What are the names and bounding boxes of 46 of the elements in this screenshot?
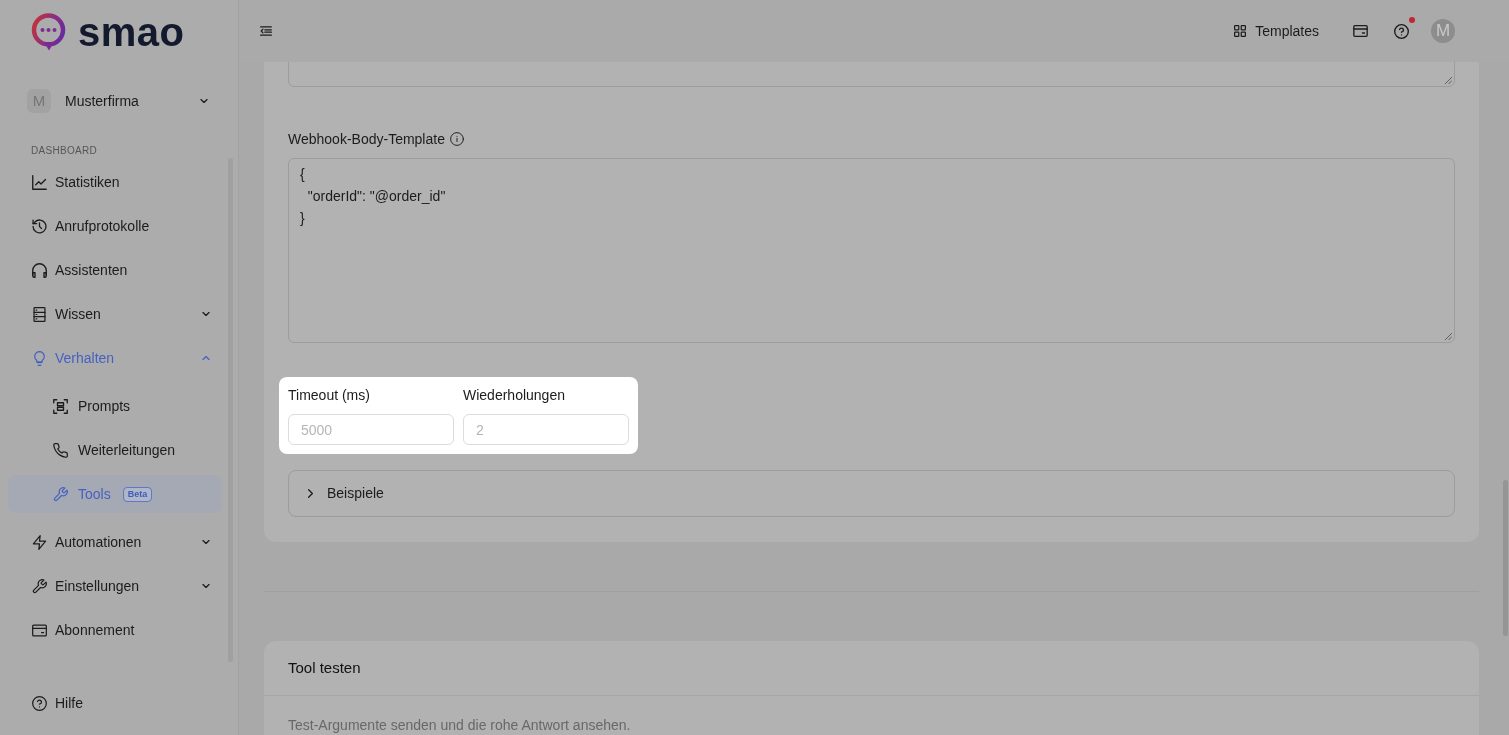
nav-item[interactable]: Weiterleitungen	[8, 431, 222, 469]
chevron-down-icon	[200, 99, 208, 103]
logo-icon	[30, 12, 67, 51]
field-label: Webhook-Body-Template	[288, 129, 445, 149]
templates-button[interactable]: Templates	[1234, 20, 1319, 42]
number-input[interactable]: 2	[463, 414, 629, 445]
nav-item[interactable]: Einstellungen	[8, 567, 222, 605]
beta-badge: Beta	[122, 486, 153, 502]
credit-card-icon	[31, 622, 47, 638]
nav-item[interactable]: Abonnement	[8, 611, 222, 649]
nav-item[interactable]: Statistiken	[8, 163, 222, 201]
lightning-icon	[31, 534, 47, 550]
panel-title: Tool testen	[288, 657, 361, 678]
phone-icon	[53, 442, 68, 458]
wrench-icon	[31, 578, 47, 594]
section-label: DASHBOARD	[31, 145, 99, 157]
nav-item[interactable]: Wissen	[8, 295, 222, 333]
number-input[interactable]: 5000	[288, 414, 454, 445]
grid-icon	[1234, 25, 1247, 37]
line-chart-icon	[31, 174, 47, 190]
credit-card-icon	[1353, 25, 1368, 37]
resize-handle-icon	[1445, 333, 1452, 340]
examples-accordion[interactable]: Beispiele	[288, 470, 1455, 517]
clock-icon	[31, 218, 47, 234]
nav-item[interactable]: Hilfe	[8, 684, 222, 722]
resize-handle-icon	[1445, 77, 1452, 84]
billing-button[interactable]	[1353, 25, 1368, 37]
menu-icon	[260, 26, 272, 36]
headphones-icon	[31, 262, 47, 278]
help-icon	[1394, 23, 1409, 39]
server-icon	[31, 306, 47, 322]
focus-frame-icon	[53, 398, 68, 414]
workspace-name: Musterfirma	[65, 91, 139, 111]
panel-description: Test-Argumente senden und die rohe Antwort ansehen.	[288, 717, 631, 733]
nav-item[interactable]: Anrufprotokolle	[8, 207, 222, 245]
logo-text: smao	[78, 11, 185, 52]
lightbulb-icon	[31, 350, 47, 366]
nav-item[interactable]: Automationen	[8, 523, 222, 561]
help-icon	[31, 695, 47, 711]
nav-item[interactable]: Assistenten	[8, 251, 222, 289]
body-template-field[interactable]: { "orderId": "@order_id" }	[288, 158, 1455, 343]
wrench-icon	[53, 486, 68, 502]
field-label: Wiederholungen	[463, 386, 566, 404]
sidebar-toggle-button[interactable]	[260, 25, 274, 37]
field-label: Timeout (ms)	[288, 386, 371, 404]
nav-item[interactable]: Prompts	[8, 387, 222, 425]
